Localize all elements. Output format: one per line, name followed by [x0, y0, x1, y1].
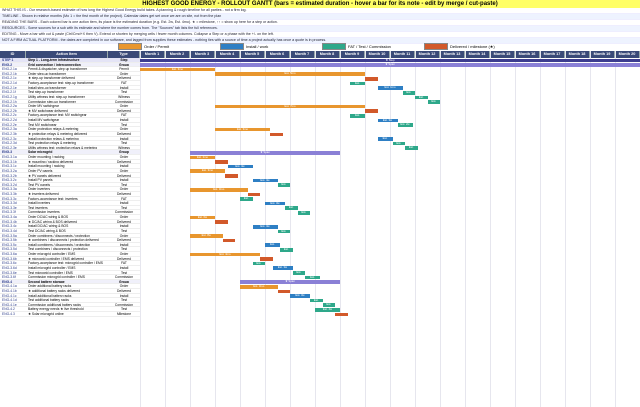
task-row[interactable]: ENG-4.3 ★ Solar microgrid online Milestone — [0, 312, 640, 317]
month-header: Month 18 — [565, 51, 590, 58]
month-header: Month 16 — [515, 51, 540, 58]
month-header: Month 12 — [415, 51, 440, 58]
column-header: ID Action Item Type Month 1 Month 2 Month … — [0, 51, 640, 58]
info-panel: WHAT THIS IS - Our research-based estima… — [0, 8, 640, 44]
month-header: Month 7 — [290, 51, 315, 58]
month-header: Month 10 — [365, 51, 390, 58]
task-id: ENG-4.3 — [0, 312, 26, 317]
legend-item: Delivered / milestone (★) — [424, 42, 495, 50]
month-header: Month 8 — [315, 51, 340, 58]
task-type: Milestone — [108, 312, 140, 317]
gantt-title: HIGHEST GOOD ENERGY - ROLLOUT GANTT (bar… — [0, 0, 640, 8]
legend-item: Order / Permit — [118, 42, 170, 50]
month-header: Month 9 — [340, 51, 365, 58]
month-header: Month 14 — [465, 51, 490, 58]
header-owner: Type — [108, 51, 140, 58]
month-header: Month 1 — [140, 51, 165, 58]
legend-label: Delivered / milestone (★) — [450, 43, 495, 49]
legend-label: FAT / Test / Commission — [348, 43, 391, 49]
gantt-track — [140, 312, 640, 317]
header-id: ID — [0, 51, 26, 58]
month-header: Month 5 — [240, 51, 265, 58]
month-header: Month 11 — [390, 51, 415, 58]
month-header: Month 15 — [490, 51, 515, 58]
month-header: Month 17 — [540, 51, 565, 58]
month-header: Month 2 — [165, 51, 190, 58]
legend-label: Order / Permit — [144, 43, 170, 49]
task-name: ★ Solar microgrid online — [26, 312, 108, 317]
month-header: Month 4 — [215, 51, 240, 58]
legend-swatch — [118, 42, 142, 50]
legend-item: Install / work — [220, 42, 269, 50]
legend-swatch — [424, 42, 448, 50]
legend-swatch — [220, 42, 244, 50]
month-header: Month 13 — [440, 51, 465, 58]
milestone-marker[interactable] — [335, 312, 348, 317]
legend: Order / Permit Install / work FAT / Test /… — [0, 42, 640, 50]
legend-label: Install / work — [246, 43, 269, 49]
month-header: Month 3 — [190, 51, 215, 58]
month-header: Month 6 — [265, 51, 290, 58]
header-action: Action Item — [26, 51, 108, 58]
legend-item: FAT / Test / Commission — [322, 42, 391, 50]
month-header: Month 20 — [615, 51, 640, 58]
legend-swatch — [322, 42, 346, 50]
month-header: Month 19 — [590, 51, 615, 58]
